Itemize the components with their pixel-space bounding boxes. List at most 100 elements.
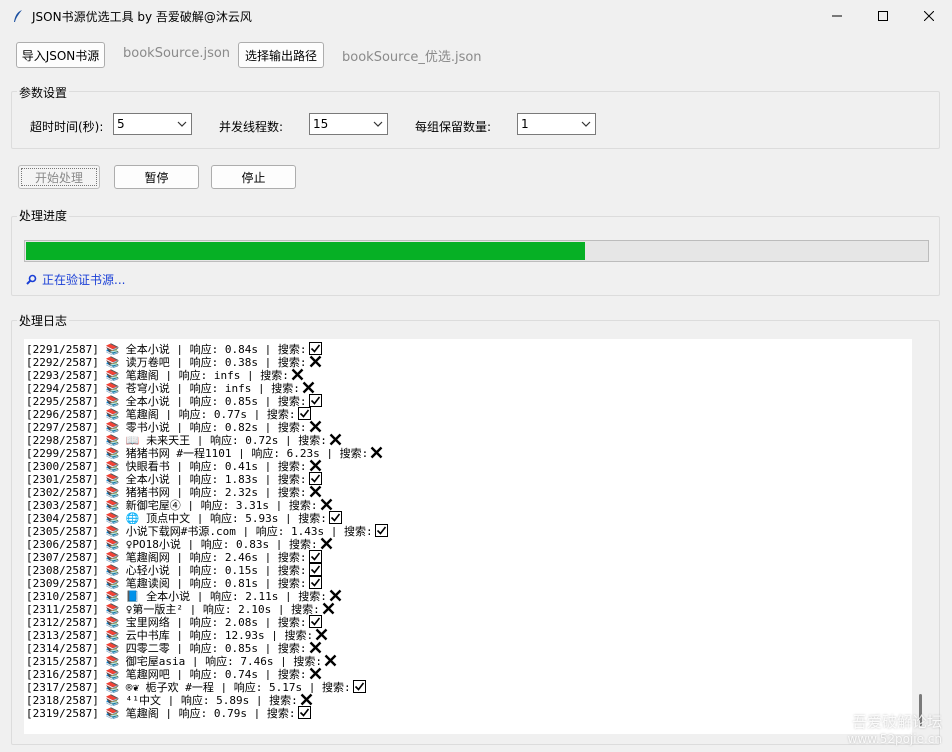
maximize-icon: [878, 11, 888, 21]
checkbox-checked-icon: [297, 407, 311, 420]
log-line: [2318/2587] 📚 ⁴¹中文 | 响应: 5.89s | 搜索:: [24, 693, 912, 706]
log-line-text: [2315/2587] 📚 御宅屋asia | 响应: 7.46s | 搜索:: [26, 655, 322, 667]
log-line-text: [2310/2587] 📚 📘 全本小说 | 响应: 2.11s | 搜索:: [26, 590, 327, 602]
log-line: [2302/2587] 📚 猪猪书网 | 响应: 2.32s | 搜索:: [24, 485, 912, 498]
log-line: [2310/2587] 📚 📘 全本小说 | 响应: 2.11s | 搜索:: [24, 589, 912, 602]
chevron-down-icon: [579, 118, 593, 130]
checkbox-checked-icon: [297, 706, 311, 719]
close-icon: [924, 11, 934, 21]
checkbox-checked-icon: [352, 680, 366, 693]
minimize-icon: [832, 15, 842, 17]
threads-select[interactable]: 15: [309, 113, 388, 135]
start-button[interactable]: 开始处理: [18, 165, 100, 189]
log-line: [2308/2587] 📚 心轻小说 | 响应: 0.15s | 搜索:: [24, 563, 912, 576]
log-line-text: [2291/2587] 📚 全本小说 | 响应: 0.84s | 搜索:: [26, 343, 307, 355]
log-line-text: [2307/2587] 📚 笔趣阁网 | 响应: 2.46s | 搜索:: [26, 551, 307, 563]
log-line: [2298/2587] 📚 📖 未来天王 | 响应: 0.72s | 搜索:: [24, 433, 912, 446]
feather-icon: [10, 8, 26, 24]
log-line: [2305/2587] 📚 小说下载网#书源.com | 响应: 1.43s |…: [24, 524, 912, 537]
cross-icon: [302, 381, 315, 394]
cross-icon: [320, 537, 333, 550]
checkbox-checked-icon: [308, 563, 322, 576]
log-line: [2304/2587] 📚 🌐 顶点中文 | 响应: 5.93s | 搜索:: [24, 511, 912, 524]
progress-group-title: 处理进度: [17, 207, 70, 224]
cross-icon: [291, 368, 304, 381]
checkbox-checked-icon: [374, 524, 388, 537]
checkbox-checked-icon: [308, 394, 322, 407]
cross-icon: [309, 641, 322, 654]
import-json-button[interactable]: 导入JSON书源: [16, 42, 105, 68]
log-line: [2315/2587] 📚 御宅屋asia | 响应: 7.46s | 搜索:: [24, 654, 912, 667]
log-line-text: [2319/2587] 📚 笔趣阁 | 响应: 0.79s | 搜索:: [26, 707, 296, 719]
maximize-button[interactable]: [860, 0, 906, 32]
log-group-title: 处理日志: [17, 312, 70, 329]
log-line-text: [2303/2587] 📚 新御宅屋④ | 响应: 3.31s | 搜索:: [26, 499, 318, 511]
progress-bar: [24, 240, 929, 262]
magnifier-icon: [26, 274, 37, 285]
output-file-label: bookSource_优选.json: [342, 50, 482, 65]
log-line-text: [2296/2587] 📚 笔趣阁 | 响应: 0.77s | 搜索:: [26, 408, 296, 420]
cross-icon: [322, 602, 335, 615]
log-line: [2306/2587] 📚 ♀PO18小说 | 响应: 0.83s | 搜索:: [24, 537, 912, 550]
log-line-text: [2292/2587] 📚 读万卷吧 | 响应: 0.38s | 搜索:: [26, 356, 307, 368]
cross-icon: [370, 446, 383, 459]
timeout-label: 超时时间(秒):: [30, 120, 104, 134]
log-line: [2301/2587] 📚 全本小说 | 响应: 1.83s | 搜索:: [24, 472, 912, 485]
stop-button[interactable]: 停止: [211, 165, 296, 189]
progress-fill: [26, 242, 585, 260]
log-scrollbar[interactable]: [912, 339, 929, 734]
log-textarea[interactable]: [2291/2587] 📚 全本小说 | 响应: 0.84s | 搜索: [229…: [24, 339, 912, 734]
close-button[interactable]: [906, 0, 952, 32]
log-line: [2297/2587] 📚 零书小说 | 响应: 0.82s | 搜索:: [24, 420, 912, 433]
log-line: [2293/2587] 📚 笔趣阁 | 响应: infs | 搜索:: [24, 368, 912, 381]
timeout-select[interactable]: 5: [113, 113, 192, 135]
log-line: [2309/2587] 📚 笔趣读阅 | 响应: 0.81s | 搜索:: [24, 576, 912, 589]
log-line-text: [2297/2587] 📚 零书小说 | 响应: 0.82s | 搜索:: [26, 421, 307, 433]
log-line-text: [2300/2587] 📚 快眼看书 | 响应: 0.41s | 搜索:: [26, 460, 307, 472]
status-text: 正在验证书源...: [42, 273, 126, 287]
log-line: [2294/2587] 📚 苍穹小说 | 响应: infs | 搜索:: [24, 381, 912, 394]
input-file-label: bookSource.json: [123, 46, 231, 61]
log-line: [2317/2587] 📚 ®❦ 栀子欢 #一程 | 响应: 5.17s | 搜…: [24, 680, 912, 693]
log-line-text: [2316/2587] 📚 笔趣网吧 | 响应: 0.74s | 搜索:: [26, 668, 307, 680]
checkbox-checked-icon: [308, 576, 322, 589]
choose-output-button[interactable]: 选择输出路径: [238, 42, 324, 68]
log-line: [2296/2587] 📚 笔趣阁 | 响应: 0.77s | 搜索:: [24, 407, 912, 420]
log-line: [2311/2587] 📚 ♀第一版主² | 响应: 2.10s | 搜索:: [24, 602, 912, 615]
log-line: [2314/2587] 📚 四零二零 | 响应: 0.85s | 搜索:: [24, 641, 912, 654]
pause-button[interactable]: 暂停: [114, 165, 199, 189]
watermark: 吾爱破解论坛 www.52pojie.cn: [848, 711, 942, 746]
checkbox-checked-icon: [308, 342, 322, 355]
minimize-button[interactable]: [814, 0, 860, 32]
checkbox-checked-icon: [328, 511, 342, 524]
log-line: [2316/2587] 📚 笔趣网吧 | 响应: 0.74s | 搜索:: [24, 667, 912, 680]
status-row: 正在验证书源...: [26, 271, 125, 288]
log-line-text: [2311/2587] 📚 ♀第一版主² | 响应: 2.10s | 搜索:: [26, 603, 320, 615]
log-line-text: [2309/2587] 📚 笔趣读阅 | 响应: 0.81s | 搜索:: [26, 577, 307, 589]
log-line-text: [2305/2587] 📚 小说下载网#书源.com | 响应: 1.43s |…: [26, 525, 373, 537]
log-line: [2312/2587] 📚 宝里网络 | 响应: 2.08s | 搜索:: [24, 615, 912, 628]
chevron-down-icon: [371, 118, 385, 130]
title-bar[interactable]: JSON书源优选工具 by 吾爱破解@沐云风: [0, 0, 952, 32]
cross-icon: [309, 667, 322, 680]
log-line: [2307/2587] 📚 笔趣阁网 | 响应: 2.46s | 搜索:: [24, 550, 912, 563]
cross-icon: [309, 420, 322, 433]
log-line-text: [2313/2587] 📚 云中书库 | 响应: 12.93s | 搜索:: [26, 629, 314, 641]
cross-icon: [329, 433, 342, 446]
log-line: [2292/2587] 📚 读万卷吧 | 响应: 0.38s | 搜索:: [24, 355, 912, 368]
log-line-text: [2304/2587] 📚 🌐 顶点中文 | 响应: 5.93s | 搜索:: [26, 512, 327, 524]
log-line: [2291/2587] 📚 全本小说 | 响应: 0.84s | 搜索:: [24, 342, 912, 355]
log-line: [2303/2587] 📚 新御宅屋④ | 响应: 3.31s | 搜索:: [24, 498, 912, 511]
watermark-url: www.52pojie.cn: [847, 732, 942, 746]
checkbox-checked-icon: [308, 472, 322, 485]
log-line-text: [2308/2587] 📚 心轻小说 | 响应: 0.15s | 搜索:: [26, 564, 307, 576]
log-line: [2299/2587] 📚 猪猪书网 #一程1101 | 响应: 6.23s |…: [24, 446, 912, 459]
keep-count-label: 每组保留数量:: [415, 120, 492, 134]
param-group-title: 参数设置: [17, 84, 70, 101]
cross-icon: [320, 498, 333, 511]
log-line: [2313/2587] 📚 云中书库 | 响应: 12.93s | 搜索:: [24, 628, 912, 641]
cross-icon: [309, 485, 322, 498]
cross-icon: [324, 654, 337, 667]
watermark-title: 吾爱破解论坛: [851, 713, 942, 731]
keep-count-select[interactable]: 1: [517, 113, 596, 135]
